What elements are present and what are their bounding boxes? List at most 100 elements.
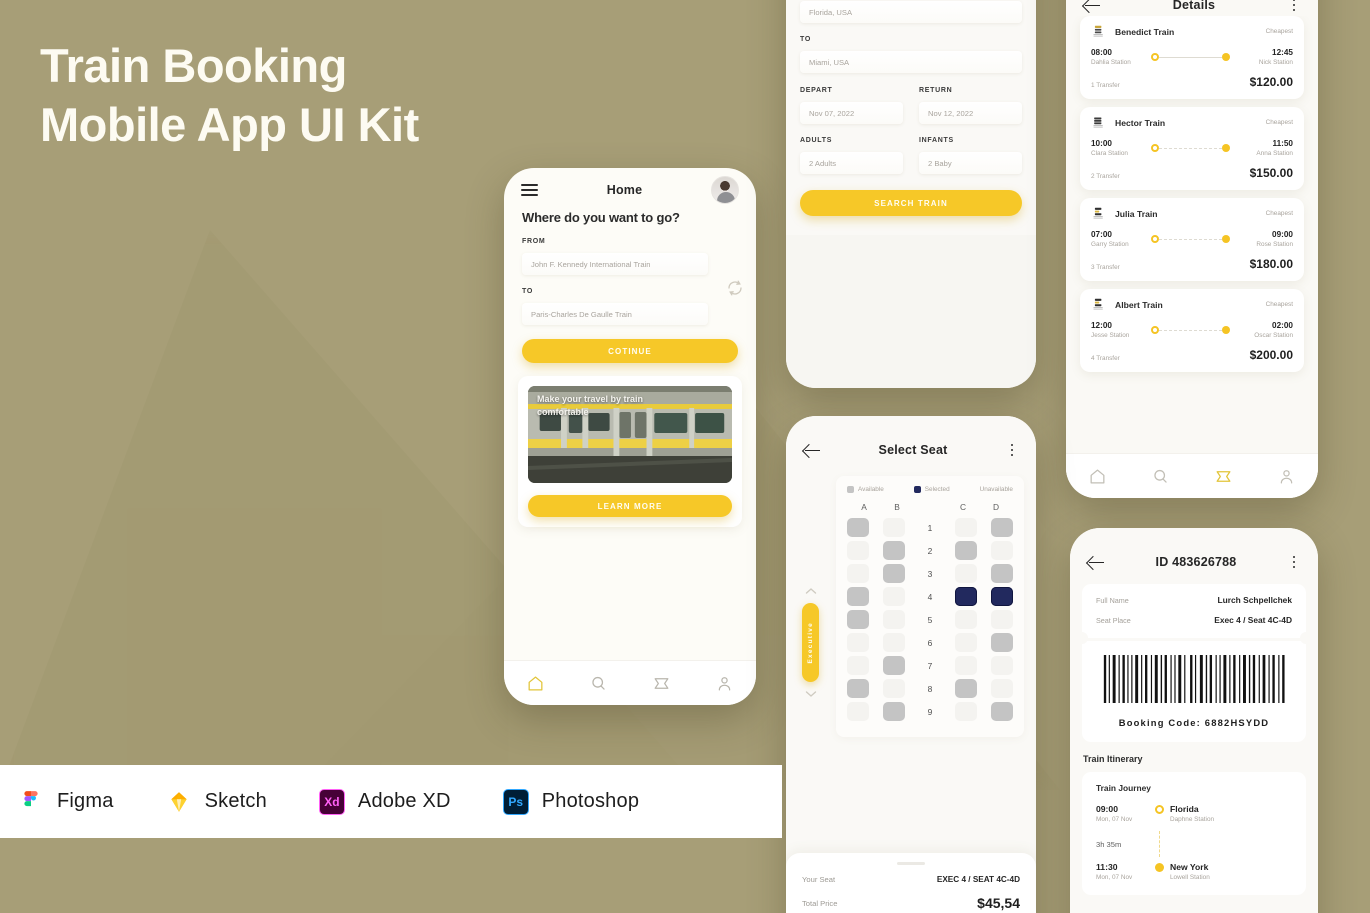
train-card[interactable]: Julia Train Cheapest 07:00 Garry Station [1080, 198, 1304, 281]
seat-2C[interactable] [955, 541, 977, 560]
search-train-button[interactable]: SEARCH TRAIN [800, 190, 1022, 216]
seat-1B[interactable] [883, 518, 905, 537]
continue-button[interactable]: COTINUE [522, 339, 738, 363]
train-route-connector [1159, 329, 1222, 331]
kebab-menu-icon[interactable] [1005, 443, 1019, 457]
seat-7B[interactable] [883, 656, 905, 675]
seat-6C[interactable] [955, 633, 977, 652]
promo-card[interactable]: Make your travel by train comfortable LE… [518, 376, 742, 527]
train-name: Albert Train [1115, 299, 1163, 310]
ticket-notch-right [1300, 632, 1312, 644]
total-price-value: $45,54 [977, 895, 1020, 911]
train-card[interactable]: Albert Train Cheapest 12:00 Jesse Statio… [1080, 289, 1304, 372]
adults-input[interactable]: 2 Adults [800, 152, 903, 174]
seat-1A[interactable] [847, 518, 869, 537]
train-name: Benedict Train [1115, 26, 1175, 37]
seat-2A[interactable] [847, 541, 869, 560]
seat-row: 4 [847, 587, 1013, 606]
train-depart-time: 08:00 [1091, 48, 1112, 57]
seat-1C[interactable] [955, 518, 977, 537]
seat-6A[interactable] [847, 633, 869, 652]
seat-9A[interactable] [847, 702, 869, 721]
seat-map: Available Selected Unavailable A B C D 1… [836, 476, 1024, 737]
ticket-topbar: ID 483626788 [1070, 528, 1318, 580]
search-icon[interactable] [589, 674, 608, 693]
chevron-up-icon[interactable] [799, 582, 823, 600]
seat-6D[interactable] [991, 633, 1013, 652]
seat-8B[interactable] [883, 679, 905, 698]
itinerary-title: Train Itinerary [1083, 754, 1143, 764]
seat-topbar: Select Seat [786, 416, 1036, 468]
seat-4A[interactable] [847, 587, 869, 606]
seat-7A[interactable] [847, 656, 869, 675]
seat-2B[interactable] [883, 541, 905, 560]
search-to-input[interactable]: Miami, USA [800, 51, 1022, 73]
sheet-drag-handle[interactable] [897, 862, 925, 865]
leg-city: Florida [1170, 804, 1199, 814]
timeline-connector [1158, 831, 1160, 857]
search-from-input[interactable]: Florida, USA [800, 1, 1022, 23]
back-arrow-icon[interactable] [803, 443, 821, 457]
train-card[interactable]: Hector Train Cheapest 10:00 Clara Statio… [1080, 107, 1304, 190]
seat-4B[interactable] [883, 587, 905, 606]
train-card[interactable]: Benedict Train Cheapest 08:00 Dahlia Sta… [1080, 16, 1304, 99]
profile-icon[interactable] [1277, 467, 1296, 486]
seat-9B[interactable] [883, 702, 905, 721]
train-destination-dot [1222, 235, 1230, 243]
to-input[interactable]: Paris-Charles De Gaulle Train [522, 303, 708, 325]
kebab-menu-icon[interactable] [1287, 555, 1301, 569]
seat-7D[interactable] [991, 656, 1013, 675]
home-screen: Home Where do you want to go? FROM John … [504, 168, 756, 705]
from-input[interactable]: John F. Kennedy International Train [522, 253, 708, 275]
ticket-icon[interactable] [1214, 467, 1233, 486]
details-topbar: Details [1066, 0, 1318, 22]
train-logo-icon [1093, 25, 1103, 37]
seat-5C[interactable] [955, 610, 977, 629]
avatar[interactable] [711, 176, 739, 204]
leg-destination-dot [1154, 863, 1164, 872]
adobe-xd-badge: Xd [324, 794, 340, 809]
seat-3C[interactable] [955, 564, 977, 583]
seat-7C[interactable] [955, 656, 977, 675]
seat-2D[interactable] [991, 541, 1013, 560]
profile-icon[interactable] [715, 674, 734, 693]
seat-9C[interactable] [955, 702, 977, 721]
seat-8D[interactable] [991, 679, 1013, 698]
swap-icon[interactable] [724, 277, 746, 299]
home-icon[interactable] [1088, 467, 1107, 486]
seat-3A[interactable] [847, 564, 869, 583]
seat-row: 9 [847, 702, 1013, 721]
seat-5A[interactable] [847, 610, 869, 629]
leg-station: Daphne Station [1170, 816, 1215, 823]
seat-9D[interactable] [991, 702, 1013, 721]
seat-column-headers: A B C D [847, 502, 1013, 512]
learn-more-button[interactable]: LEARN MORE [528, 495, 732, 517]
infants-input[interactable]: 2 Baby [919, 152, 1022, 174]
seat-5D[interactable] [991, 610, 1013, 629]
ticket-icon[interactable] [652, 674, 671, 693]
seat-row-number: 3 [927, 568, 933, 579]
search-icon[interactable] [1151, 467, 1170, 486]
back-arrow-icon[interactable] [1083, 0, 1101, 12]
train-depart-station: Jesse Station [1091, 332, 1130, 339]
seat-3D[interactable] [991, 564, 1013, 583]
back-arrow-icon[interactable] [1087, 555, 1105, 569]
full-name-label: Full Name [1096, 595, 1129, 605]
hamburger-icon[interactable] [521, 181, 538, 200]
home-icon[interactable] [526, 674, 545, 693]
seat-4D[interactable] [991, 587, 1013, 606]
itinerary-leg: 09:00 Mon, 07 Nov Florida Daphne Station [1096, 804, 1292, 823]
depart-date-input[interactable]: Nov 07, 2022 [800, 102, 903, 124]
kebab-menu-icon[interactable] [1287, 0, 1301, 12]
seat-8C[interactable] [955, 679, 977, 698]
executive-class-tab[interactable]: Executive [802, 603, 819, 682]
seat-6B[interactable] [883, 633, 905, 652]
seat-4C[interactable] [955, 587, 977, 606]
seat-1D[interactable] [991, 518, 1013, 537]
your-seat-label: Your Seat [802, 875, 836, 884]
seat-3B[interactable] [883, 564, 905, 583]
seat-8A[interactable] [847, 679, 869, 698]
chevron-down-icon[interactable] [799, 685, 823, 703]
return-date-input[interactable]: Nov 12, 2022 [919, 102, 1022, 124]
seat-5B[interactable] [883, 610, 905, 629]
